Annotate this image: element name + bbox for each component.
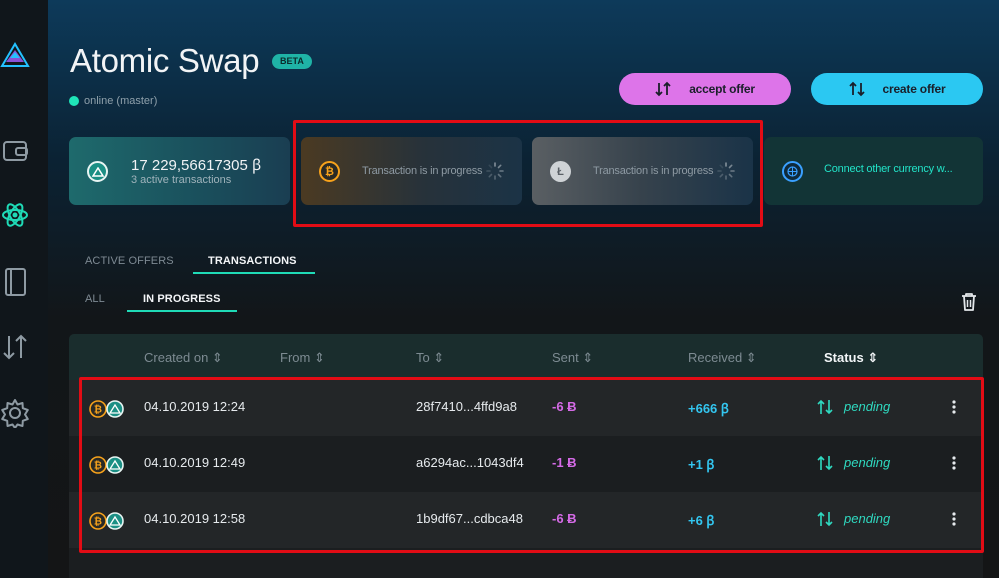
- active-transactions-count: 3 active transactions: [131, 174, 232, 186]
- wallet-icon[interactable]: [0, 133, 30, 167]
- header-from[interactable]: From ⇕: [280, 350, 325, 366]
- tab-active-offers[interactable]: ACTIVE OFFERS: [85, 255, 174, 267]
- utxo-arrows-icon[interactable]: [0, 330, 30, 364]
- accept-offer-label: accept offer: [689, 82, 755, 96]
- header-to[interactable]: To ⇕: [416, 350, 444, 366]
- create-offer-button[interactable]: create offer: [811, 73, 983, 105]
- gear-icon[interactable]: [0, 396, 30, 430]
- online-status: online (master): [84, 95, 158, 107]
- beta-badge: BETA: [272, 54, 312, 69]
- sidebar: [0, 0, 48, 578]
- header-received[interactable]: Received ⇕: [688, 350, 757, 366]
- connect-currency-text: Connect other currency w...: [824, 163, 953, 175]
- swap-arrows-icon: [848, 81, 865, 97]
- beam-coin-icon: [87, 161, 108, 182]
- header-created-on[interactable]: Created on ⇕: [144, 350, 223, 366]
- swap-arrows-icon: [655, 81, 671, 97]
- highlight-box-rows: [79, 377, 984, 553]
- filter-all[interactable]: ALL: [85, 293, 105, 305]
- filter-underline: [127, 310, 237, 312]
- table-header: Created on ⇕ From ⇕ To ⇕ Sent ⇕ Received…: [69, 334, 983, 380]
- connect-currency-card[interactable]: Connect other currency w...: [764, 137, 983, 205]
- accept-offer-button[interactable]: accept offer: [619, 73, 791, 105]
- header-status[interactable]: Status ⇕: [824, 350, 878, 366]
- currency-network-icon: [782, 161, 803, 182]
- tab-underline: [193, 272, 315, 274]
- atom-icon[interactable]: [0, 198, 30, 232]
- address-book-icon[interactable]: [0, 265, 30, 299]
- header-sent[interactable]: Sent ⇕: [552, 350, 593, 366]
- filter-in-progress[interactable]: IN PROGRESS: [143, 293, 221, 305]
- tab-transactions[interactable]: TRANSACTIONS: [208, 255, 297, 267]
- page-title: Atomic Swap: [70, 42, 260, 79]
- online-status-dot: [69, 96, 79, 106]
- trash-icon[interactable]: [960, 292, 978, 312]
- beam-balance-card: 17 229,56617305 ꞵ 3 active transactions: [69, 137, 290, 205]
- beam-balance: 17 229,56617305 ꞵ: [131, 157, 262, 174]
- beam-logo-icon[interactable]: [0, 38, 30, 72]
- create-offer-label: create offer: [882, 82, 946, 96]
- highlight-box-cards: [293, 120, 763, 227]
